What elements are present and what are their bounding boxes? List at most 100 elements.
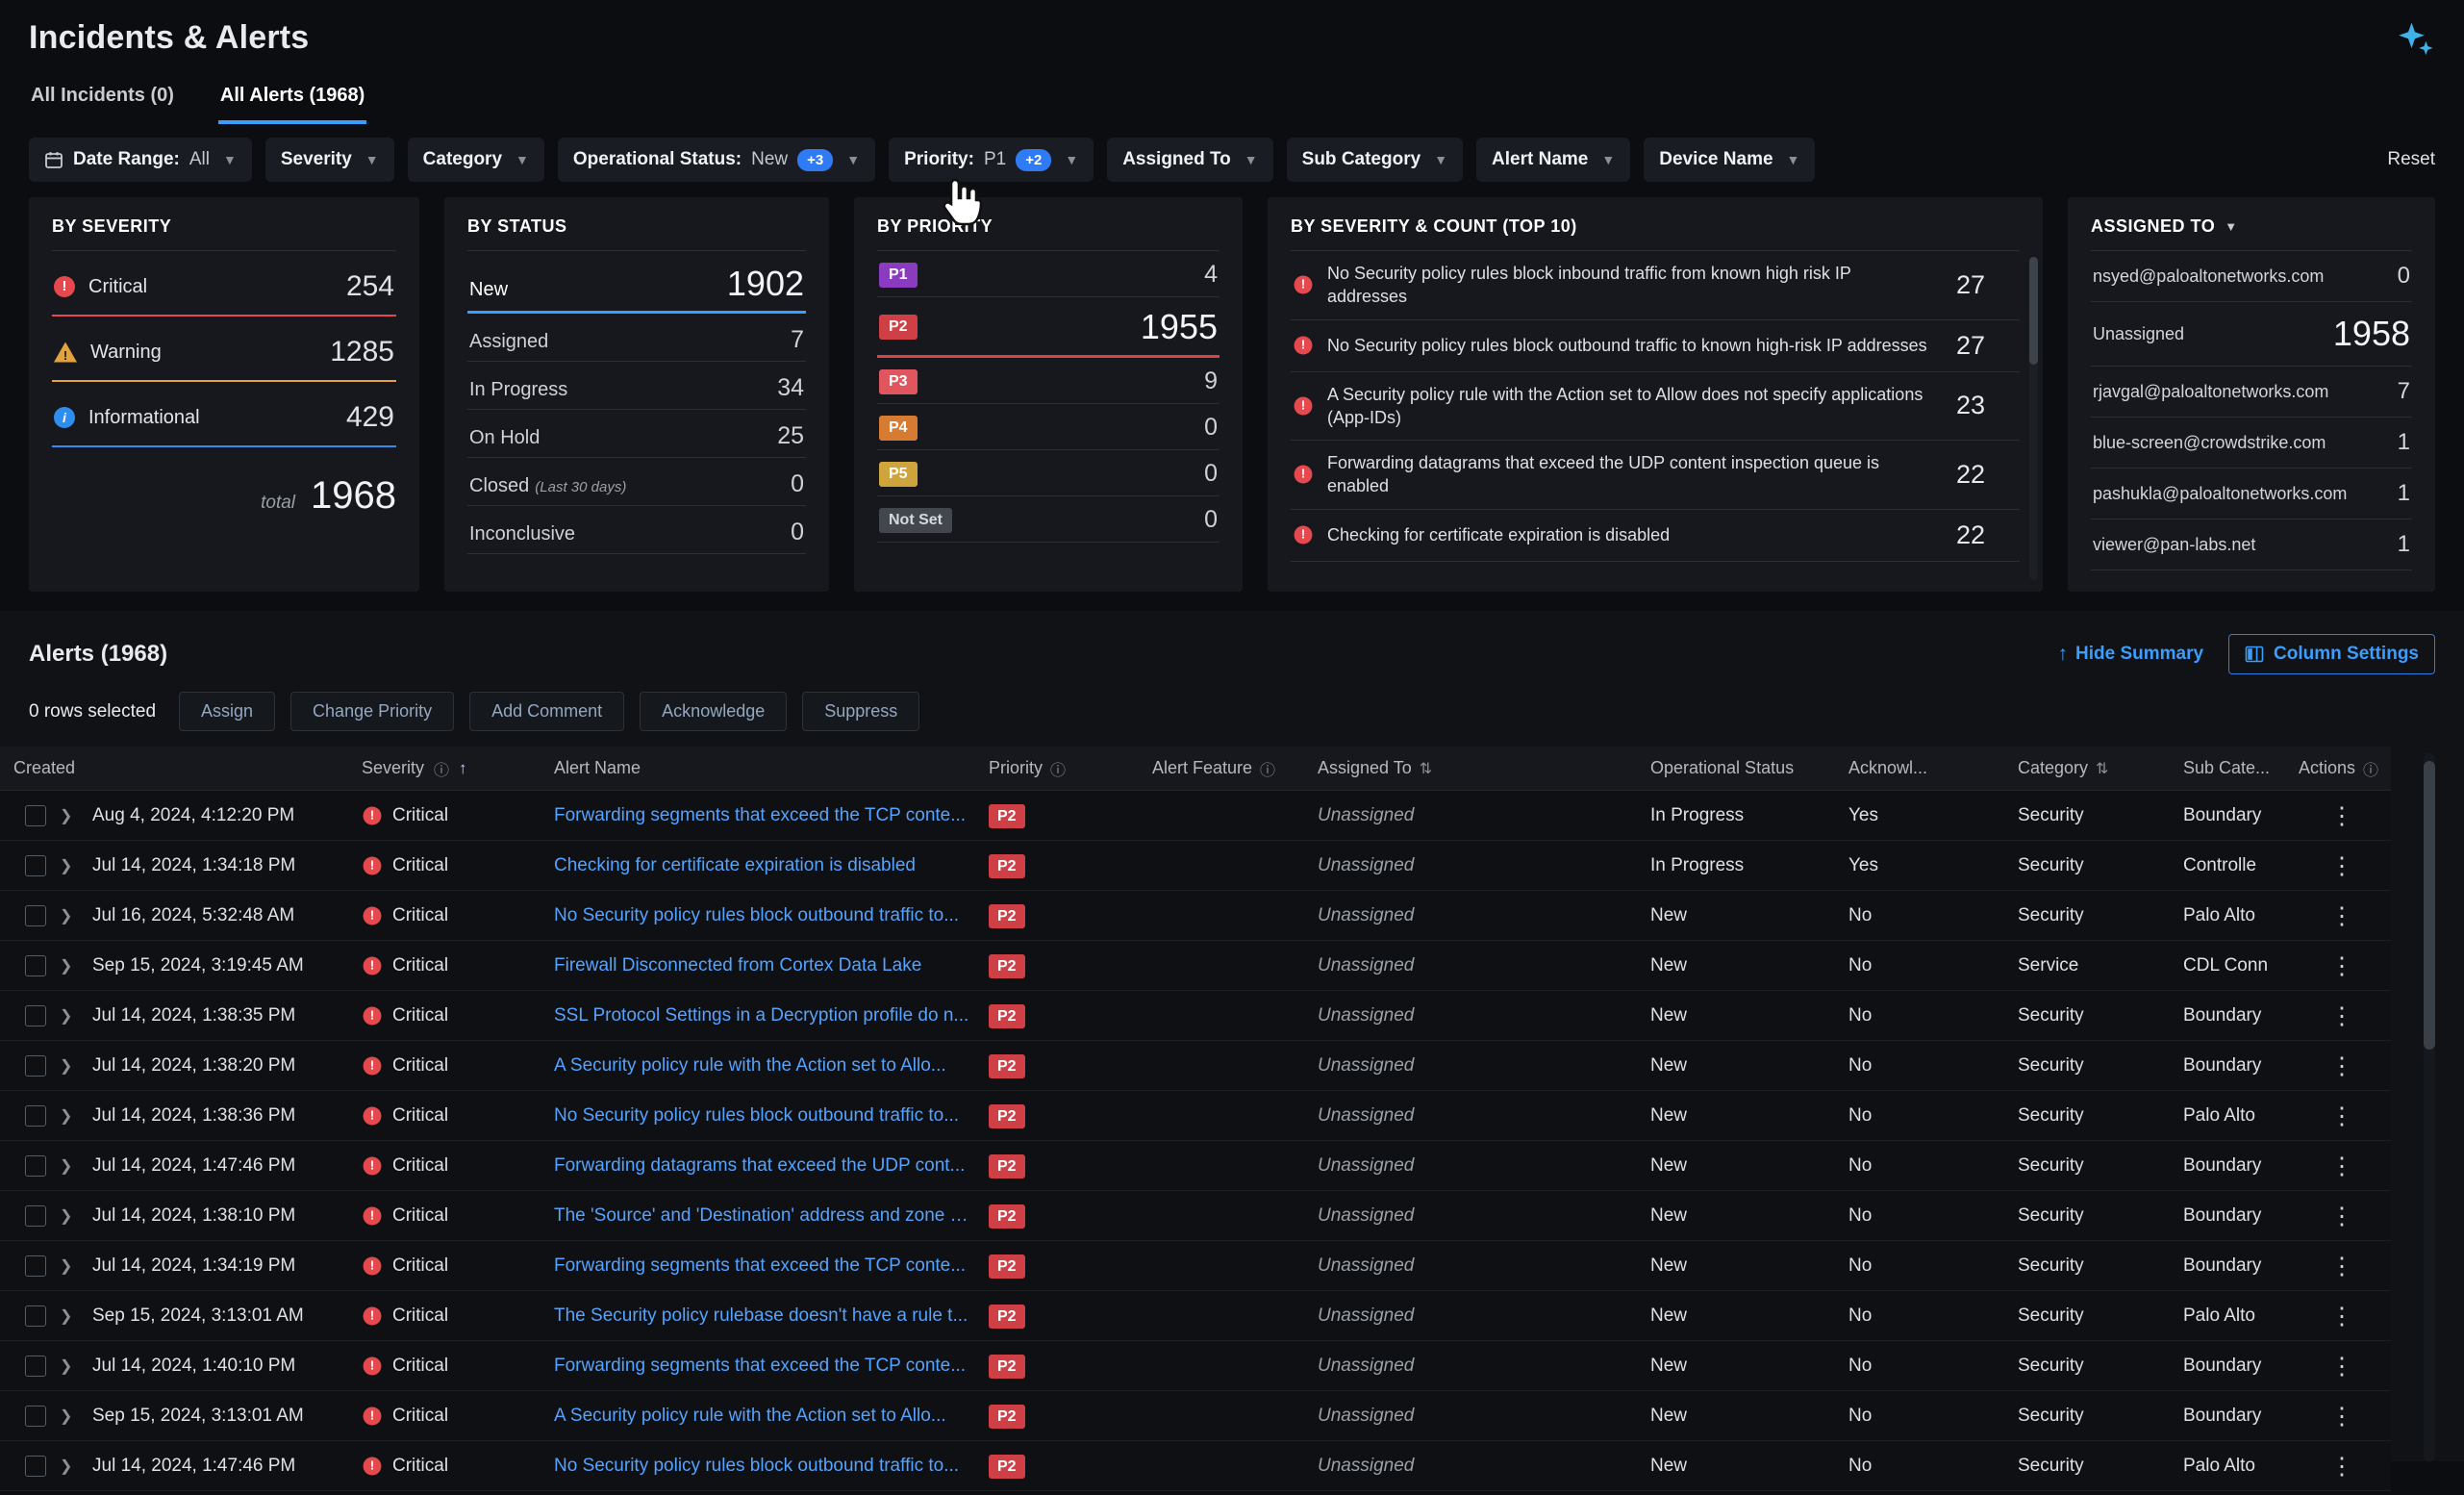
filter-chip[interactable]: Priority: P1 +2 ▼ <box>889 138 1094 182</box>
ai-sparkle-icon[interactable] <box>2395 19 2435 60</box>
header-sub-category[interactable]: Sub Cate... <box>2183 758 2299 778</box>
header-alert-feature[interactable]: Alert Featureⓘ <box>1152 757 1318 780</box>
assignee-row[interactable]: nsyed@paloaltonetworks.com 0 <box>2091 251 2412 302</box>
row-checkbox[interactable] <box>25 955 46 976</box>
top-alert-row[interactable]: A Security policy rule with the Action s… <box>1291 372 2020 442</box>
row-actions-menu[interactable]: ⋮ <box>2330 852 2354 879</box>
hide-summary-link[interactable]: ↑ Hide Summary <box>2058 643 2204 666</box>
status-summary-row[interactable]: In Progress 34 <box>467 362 806 410</box>
filter-chip[interactable]: Date Range: All ▼ <box>29 138 252 182</box>
status-summary-row[interactable]: New 1902 <box>467 251 806 314</box>
row-expand-chevron[interactable]: ❯ <box>60 956 72 976</box>
row-checkbox[interactable] <box>25 1005 46 1026</box>
alert-name-link[interactable]: No Security policy rules block outbound … <box>554 905 969 926</box>
priority-summary-row[interactable]: Not Set 0 <box>877 496 1219 543</box>
alert-name-link[interactable]: Forwarding segments that exceed the TCP … <box>554 1356 969 1377</box>
row-actions-menu[interactable]: ⋮ <box>2330 1303 2354 1330</box>
row-checkbox[interactable] <box>25 1305 46 1327</box>
header-actions[interactable]: Actionsⓘ <box>2299 757 2385 780</box>
reset-filters-button[interactable]: Reset <box>2387 149 2435 170</box>
priority-summary-row[interactable]: P5 0 <box>877 450 1219 496</box>
row-actions-menu[interactable]: ⋮ <box>2330 1453 2354 1480</box>
table-row[interactable]: ❯ Jul 14, 2024, 1:47:46 PM Critical Forw… <box>0 1141 2391 1191</box>
table-scrollbar-thumb[interactable] <box>2424 761 2435 1050</box>
header-category[interactable]: Category⇅ <box>2018 758 2183 778</box>
row-expand-chevron[interactable]: ❯ <box>60 1306 72 1326</box>
row-expand-chevron[interactable]: ❯ <box>60 1356 72 1376</box>
status-summary-row[interactable]: Assigned 7 <box>467 314 806 362</box>
priority-summary-row[interactable]: P3 9 <box>877 358 1219 404</box>
tab[interactable]: All Alerts (1968) <box>218 77 366 124</box>
severity-summary-row[interactable]: Critical 254 <box>52 251 396 317</box>
row-actions-menu[interactable]: ⋮ <box>2330 1203 2354 1229</box>
row-checkbox[interactable] <box>25 1356 46 1377</box>
row-expand-chevron[interactable]: ❯ <box>60 856 72 875</box>
row-checkbox[interactable] <box>25 1406 46 1427</box>
header-assigned-to[interactable]: Assigned To⇅ <box>1318 758 1650 778</box>
row-checkbox[interactable] <box>25 905 46 926</box>
filter-chip[interactable]: Sub Category ▼ <box>1287 138 1463 182</box>
bulk-action-button[interactable]: Assign <box>179 692 275 731</box>
alert-name-link[interactable]: The 'Source' and 'Destination' address a… <box>554 1205 969 1227</box>
bulk-action-button[interactable]: Change Priority <box>290 692 454 731</box>
filter-chip[interactable]: Operational Status: New +3 ▼ <box>558 138 875 182</box>
top-alert-row[interactable]: Forwarding datagrams that exceed the UDP… <box>1291 441 2020 510</box>
alert-name-link[interactable]: A Security policy rule with the Action s… <box>554 1406 969 1427</box>
assignee-row[interactable]: rjavgal@paloaltonetworks.com 7 <box>2091 367 2412 418</box>
row-checkbox[interactable] <box>25 1456 46 1477</box>
row-actions-menu[interactable]: ⋮ <box>2330 1353 2354 1380</box>
alert-name-link[interactable]: A Security policy rule with the Action s… <box>554 1055 969 1077</box>
priority-summary-row[interactable]: P1 4 <box>877 251 1219 297</box>
top-alert-row[interactable]: No Security policy rules block outbound … <box>1291 320 2020 372</box>
alert-name-link[interactable]: SSL Protocol Settings in a Decryption pr… <box>554 1005 969 1026</box>
priority-summary-row[interactable]: P2 1955 <box>877 297 1219 358</box>
table-row[interactable]: ❯ Sep 15, 2024, 3:13:01 AM Critical The … <box>0 1291 2391 1341</box>
row-actions-menu[interactable]: ⋮ <box>2330 952 2354 979</box>
alert-name-link[interactable]: Forwarding segments that exceed the TCP … <box>554 805 969 826</box>
header-priority[interactable]: Priorityⓘ <box>989 757 1152 780</box>
row-expand-chevron[interactable]: ❯ <box>60 1106 72 1126</box>
filter-chip[interactable]: Severity ▼ <box>265 138 394 182</box>
row-actions-menu[interactable]: ⋮ <box>2330 802 2354 829</box>
header-created[interactable]: Created <box>0 758 362 778</box>
row-checkbox[interactable] <box>25 855 46 876</box>
bulk-action-button[interactable]: Acknowledge <box>640 692 787 731</box>
table-row[interactable]: ❯ Jul 14, 2024, 1:38:10 PM Critical The … <box>0 1191 2391 1241</box>
status-summary-row[interactable]: Closed(Last 30 days) 0 <box>467 458 806 506</box>
row-checkbox[interactable] <box>25 805 46 826</box>
row-actions-menu[interactable]: ⋮ <box>2330 1002 2354 1029</box>
table-row[interactable]: ❯ Jul 14, 2024, 1:38:36 PM Critical No S… <box>0 1091 2391 1141</box>
row-actions-menu[interactable]: ⋮ <box>2330 1102 2354 1129</box>
filter-chip[interactable]: Category ▼ <box>408 138 544 182</box>
row-checkbox[interactable] <box>25 1255 46 1277</box>
row-expand-chevron[interactable]: ❯ <box>60 1457 72 1476</box>
alert-name-link[interactable]: No Security policy rules block outbound … <box>554 1456 969 1477</box>
top-alert-row[interactable]: Checking for certificate expiration is d… <box>1291 510 2020 562</box>
header-acknowledged[interactable]: Acknowl... <box>1848 758 2018 778</box>
card-scrollbar-thumb[interactable] <box>2029 257 2038 365</box>
filter-chip[interactable]: Device Name ▼ <box>1644 138 1815 182</box>
bulk-action-button[interactable]: Add Comment <box>469 692 624 731</box>
row-checkbox[interactable] <box>25 1105 46 1127</box>
alert-name-link[interactable]: Forwarding segments that exceed the TCP … <box>554 1255 969 1277</box>
alert-name-link[interactable]: Firewall Disconnected from Cortex Data L… <box>554 955 969 976</box>
header-alert-name[interactable]: Alert Name <box>554 758 989 778</box>
table-row[interactable]: ❯ Sep 15, 2024, 3:13:01 AM Critical A Se… <box>0 1391 2391 1441</box>
row-checkbox[interactable] <box>25 1205 46 1227</box>
info-icon[interactable]: ⓘ <box>1050 757 1066 780</box>
header-operational-status[interactable]: Operational Status <box>1650 758 1848 778</box>
status-summary-row[interactable]: On Hold 25 <box>467 410 806 458</box>
row-expand-chevron[interactable]: ❯ <box>60 806 72 825</box>
row-expand-chevron[interactable]: ❯ <box>60 906 72 925</box>
assignee-row[interactable]: Unassigned 1958 <box>2091 302 2412 367</box>
row-actions-menu[interactable]: ⋮ <box>2330 1153 2354 1179</box>
row-checkbox[interactable] <box>25 1155 46 1177</box>
priority-summary-row[interactable]: P4 0 <box>877 404 1219 450</box>
assignee-row[interactable]: pashukla@paloaltonetworks.com 1 <box>2091 469 2412 519</box>
row-actions-menu[interactable]: ⋮ <box>2330 1052 2354 1079</box>
severity-summary-row[interactable]: Informational 429 <box>52 382 396 447</box>
table-row[interactable]: ❯ Jul 14, 2024, 1:38:20 PM Critical A Se… <box>0 1041 2391 1091</box>
alert-name-link[interactable]: The Security policy rulebase doesn't hav… <box>554 1305 969 1327</box>
info-icon[interactable]: ⓘ <box>2363 757 2378 780</box>
table-row[interactable]: ❯ Jul 14, 2024, 1:38:35 PM Critical SSL … <box>0 991 2391 1041</box>
